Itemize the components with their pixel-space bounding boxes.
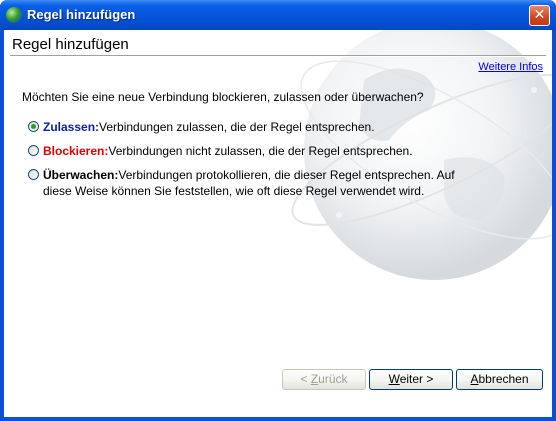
- question-text: Möchten Sie eine neue Verbindung blockie…: [22, 90, 424, 104]
- header-divider: [10, 55, 546, 57]
- back-button[interactable]: < Zurück: [282, 369, 366, 390]
- globe-icon: [6, 7, 22, 23]
- allow-radio[interactable]: [28, 121, 39, 132]
- window-title: Regel hinzufügen: [27, 7, 136, 22]
- monitor-radio[interactable]: [28, 169, 39, 180]
- next-button[interactable]: Weiter >: [369, 369, 453, 390]
- block-description: Verbindungen nicht zulassen, die der Reg…: [108, 144, 413, 158]
- cancel-label-rest: bbrechen: [478, 372, 529, 386]
- back-label-rest: urück: [318, 372, 348, 386]
- next-mnemonic: W: [388, 372, 400, 386]
- close-button[interactable]: ✕: [529, 5, 550, 26]
- monitor-description-line1: Verbindungen protokollieren, die dieser …: [118, 168, 455, 182]
- monitor-keyword: Überwachen:: [43, 168, 119, 182]
- cancel-button[interactable]: Abbrechen: [456, 369, 543, 390]
- next-label-rest: eiter >: [399, 372, 434, 386]
- back-prefix: <: [300, 372, 311, 386]
- allow-keyword: Zulassen:: [43, 120, 100, 134]
- allow-description: Verbindungen zulassen, die der Regel ent…: [99, 120, 375, 134]
- dialog-window: Regel hinzufügen ✕ Regel hinzufügen Weit…: [0, 0, 556, 421]
- close-icon: ✕: [533, 7, 546, 23]
- block-radio[interactable]: [28, 145, 39, 156]
- page-title: Regel hinzufügen: [12, 36, 129, 53]
- more-info-link[interactable]: Weitere Infos: [478, 61, 543, 73]
- dialog-body: Regel hinzufügen Weitere Infos Möchten S…: [4, 30, 552, 417]
- block-keyword: Blockieren:: [43, 144, 109, 158]
- monitor-description-line2: diese Weise können Sie feststellen, wie …: [43, 184, 425, 198]
- page-header: Regel hinzufügen: [4, 30, 552, 57]
- title-bar[interactable]: Regel hinzufügen ✕: [0, 0, 556, 30]
